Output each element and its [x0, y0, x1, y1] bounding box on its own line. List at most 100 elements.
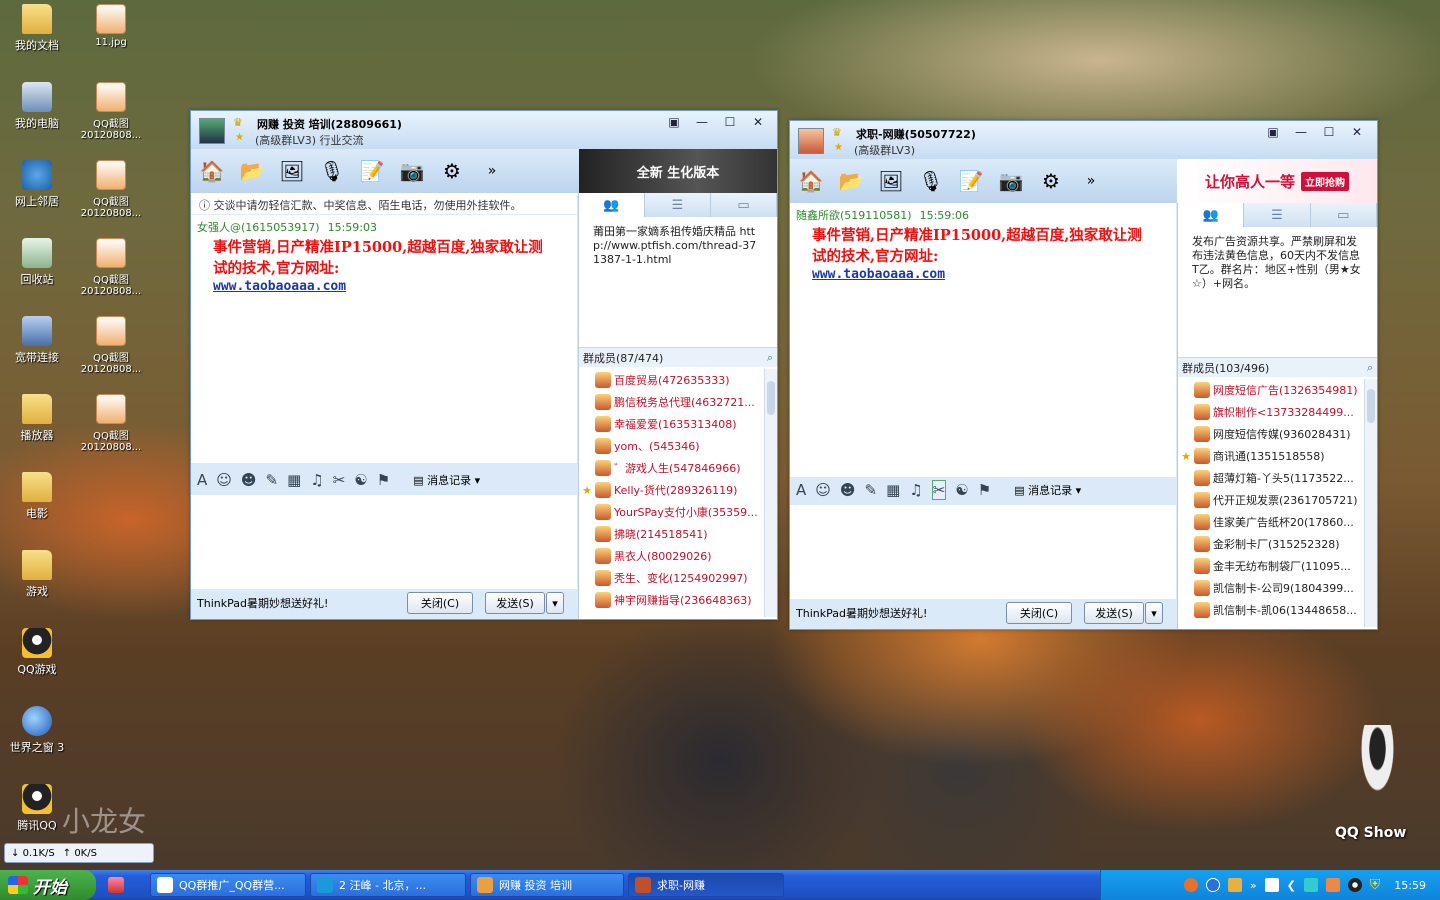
voice-icon[interactable]: 🎙 [918, 168, 944, 194]
window-tab-icon[interactable]: ▭ [711, 193, 777, 217]
screenshot-icon[interactable]: ✂ [333, 471, 346, 489]
magic-emoji-icon[interactable]: ☻ [840, 481, 856, 499]
minimize-icon[interactable]: — [689, 113, 715, 131]
history-button[interactable]: ▤ 消息记录 ▾ [413, 472, 480, 488]
member-item[interactable]: 幸福爱爱(1635313408) [579, 413, 763, 435]
window-titlebar[interactable]: ♛ ★ 网赚 投资 培训(28809661) (高级群LV3) 行业交流 ▣ —… [191, 111, 777, 149]
member-item[interactable]: 拂晓(214518541) [579, 523, 763, 545]
maximize-icon[interactable]: ☐ [717, 113, 743, 131]
desktop-icon[interactable]: 播放器 [2, 394, 72, 443]
quick-launch-icon[interactable] [108, 877, 124, 893]
member-item[interactable]: 旗帜制作<13733284499... [1178, 401, 1363, 423]
skin-icon[interactable]: ▣ [661, 113, 687, 131]
list-tab-icon[interactable]: ☰ [1244, 203, 1311, 227]
home-icon[interactable]: 🏠 [798, 168, 824, 194]
home-icon[interactable]: 🏠 [199, 158, 225, 184]
minimize-icon[interactable]: — [1288, 123, 1314, 141]
desktop-icon[interactable]: 我的文档 [2, 4, 72, 53]
send-button[interactable]: 发送(S) [1084, 602, 1144, 624]
clock[interactable]: 15:59 [1394, 879, 1426, 892]
taskbar-button[interactable]: 网赚 投资 培训 [470, 873, 624, 897]
maximize-icon[interactable]: ☐ [1316, 123, 1342, 141]
chat-history[interactable]: 随鑫所欲(519110581) 15:59:06 事件营销,日产精准IP15000… [790, 203, 1176, 479]
browser-tray-icon[interactable] [1205, 878, 1220, 892]
qq-group-window-1[interactable]: ♛ ★ 网赚 投资 培训(28809661) (高级群LV3) 行业交流 ▣ —… [190, 110, 778, 620]
send-options-button[interactable]: ▾ [546, 592, 564, 614]
font-icon[interactable]: A [197, 471, 207, 489]
folder-share-icon[interactable]: 📂 [838, 168, 864, 194]
notice-icon[interactable]: 📝 [958, 168, 984, 194]
close-button[interactable]: 关闭(C) [407, 592, 473, 614]
emoji-icon[interactable]: ☺ [815, 481, 831, 499]
member-item[interactable]: 金彩制卡厂(315252328) [1178, 533, 1363, 555]
desktop-icon[interactable]: 游戏 [2, 550, 72, 599]
message-sender[interactable]: 女强人@(1615053917) 15:59:03 [191, 215, 577, 235]
chat-history[interactable]: ⓘ 交谈中请勿轻信汇款、中奖信息、陌生电话，勿使用外挂软件。 女强人@(1615… [191, 193, 577, 463]
image-icon[interactable]: ▦ [886, 481, 900, 499]
font-icon[interactable]: A [796, 481, 806, 499]
toolbar-ad-banner[interactable]: 全新 生化版本 [579, 149, 777, 193]
close-button[interactable]: 关闭(C) [1006, 602, 1072, 624]
message-link[interactable]: www.taobaoaaa.com [790, 267, 1176, 282]
desktop-file[interactable]: QQ截图20120808... [76, 238, 146, 297]
member-list[interactable]: 百度贸易(472635333) 鹏信税务总代理(4632721... 幸福爱爱(16… [579, 369, 763, 617]
member-list[interactable]: 网度短信广告(1326354981) 旗帜制作<13733284499... 网度短… [1178, 379, 1363, 627]
toolbar-ad-banner[interactable]: 让你高人一等 立即抢购 [1177, 159, 1377, 203]
close-icon[interactable]: ✕ [1344, 123, 1370, 141]
qq-group-window-2[interactable]: ♛ ★ 求职-网赚(50507722) (高级群LV3) ▣ — ☐ ✕ 🏠 📂… [789, 120, 1378, 630]
member-scrollbar[interactable] [764, 369, 777, 617]
members-tab-icon[interactable]: 👥 [579, 193, 645, 217]
desktop-icon[interactable]: QQ游戏 [2, 628, 72, 677]
tray-expand-icon[interactable]: » [1250, 879, 1257, 892]
tray-app-icon[interactable] [1325, 878, 1340, 892]
close-icon[interactable]: ✕ [745, 113, 771, 131]
input-method-icon[interactable] [1264, 878, 1279, 892]
member-item[interactable]: 代开正规发票(2361705721) [1178, 489, 1363, 511]
send-options-button[interactable]: ▾ [1145, 602, 1163, 624]
album-icon[interactable]: 🖼 [279, 158, 305, 184]
window-titlebar[interactable]: ♛ ★ 求职-网赚(50507722) (高级群LV3) ▣ — ☐ ✕ [790, 121, 1377, 159]
member-item[interactable]: 佳家美广告纸杯20(17860... [1178, 511, 1363, 533]
start-button[interactable]: 开始 [0, 870, 96, 900]
report-icon[interactable]: ⚑ [978, 481, 991, 499]
ad-buy-button[interactable]: 立即抢购 [1301, 171, 1349, 191]
settings-icon[interactable]: ⚙ [1038, 168, 1064, 194]
desktop-file[interactable]: QQ截图20120808... [76, 316, 146, 375]
desktop-icon[interactable]: 电影 [2, 472, 72, 521]
notice-icon[interactable]: 📝 [359, 158, 385, 184]
monitor-icon[interactable] [1303, 878, 1318, 892]
firefox-icon[interactable] [1183, 878, 1198, 892]
desktop-icon[interactable]: 网上邻居 [2, 160, 72, 209]
desktop-icon[interactable]: 回收站 [2, 238, 72, 287]
member-item[interactable]: YourSPay支付小康(35359... [579, 501, 763, 523]
desktop-file[interactable]: 11.jpg [76, 4, 146, 48]
window-tab-icon[interactable]: ▭ [1311, 203, 1377, 227]
member-item[interactable]: 秃生、变化(1254902997) [579, 567, 763, 589]
folder-share-icon[interactable]: 📂 [239, 158, 265, 184]
member-item[interactable]: 黑衣人(80029026) [579, 545, 763, 567]
taskbar-button[interactable]: 2 汪峰 - 北京，... [310, 873, 466, 897]
qq-tray-icon[interactable] [1347, 878, 1362, 892]
skin-icon[interactable]: ▣ [1260, 123, 1286, 141]
message-sender[interactable]: 随鑫所欲(519110581) 15:59:06 [790, 203, 1176, 223]
video-icon[interactable]: 📷 [399, 158, 425, 184]
desktop-icon[interactable]: 世界之窗 3 [2, 706, 72, 755]
footer-ad[interactable]: ThinkPad暑期妙想送好礼! [197, 595, 407, 611]
qq-show-label[interactable]: QQ Show [1335, 825, 1406, 841]
list-tab-icon[interactable]: ☰ [645, 193, 711, 217]
edit-icon[interactable]: ✎ [865, 481, 878, 499]
member-item[interactable]: ★ Kelly-货代(289326119) [579, 479, 763, 501]
member-item[interactable]: 神宇网赚指导(236648363) [579, 589, 763, 611]
search-icon[interactable]: ⌕ [1367, 361, 1373, 375]
album-icon[interactable]: 🖼 [878, 168, 904, 194]
member-item[interactable]: 凯信制卡-公司9(1804399... [1178, 577, 1363, 599]
emoticon-icon[interactable]: ☯ [354, 471, 367, 489]
member-item[interactable]: 网度短信传媒(936028431) [1178, 423, 1363, 445]
member-item[interactable]: ★ 商讯通(1351518558) [1178, 445, 1363, 467]
member-item[interactable]: yom、(545346) [579, 435, 763, 457]
member-item[interactable]: 百度贸易(472635333) [579, 369, 763, 391]
send-button[interactable]: 发送(S) [485, 592, 545, 614]
member-item[interactable]: 金丰无纺布制袋厂(11095... [1178, 555, 1363, 577]
magic-emoji-icon[interactable]: ☻ [241, 471, 257, 489]
message-input[interactable] [191, 495, 577, 589]
